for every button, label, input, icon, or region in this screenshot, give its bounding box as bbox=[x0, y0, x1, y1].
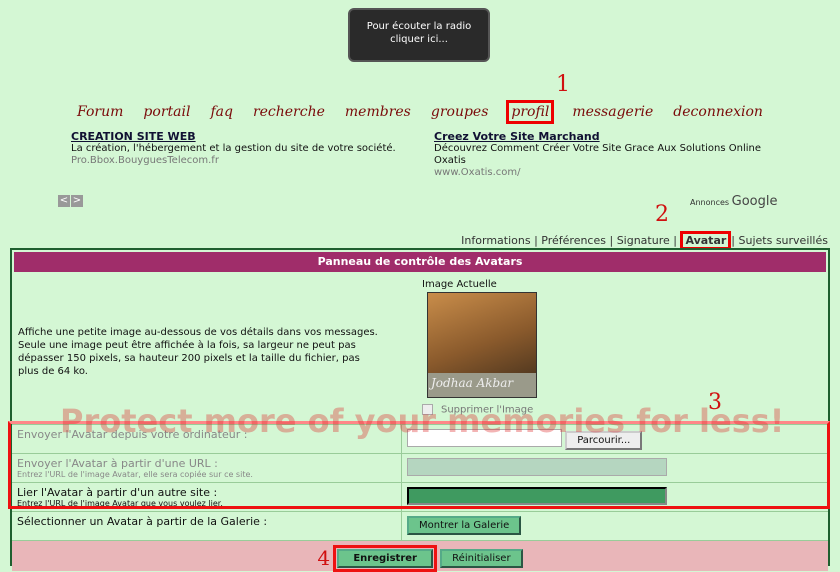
tab-informations[interactable]: Informations bbox=[461, 234, 530, 247]
nav-membres[interactable]: membres bbox=[343, 103, 413, 121]
tab-signature[interactable]: Signature bbox=[617, 234, 670, 247]
google-logo: Google bbox=[731, 194, 778, 209]
profile-tabs: Informations | Préférences | Signature |… bbox=[461, 231, 829, 250]
nav-recherche[interactable]: recherche bbox=[251, 103, 327, 121]
nav-deconnexion[interactable]: deconnexion bbox=[671, 103, 765, 121]
nav-faq[interactable]: faq bbox=[208, 103, 235, 121]
show-gallery-button[interactable]: Montrer la Galerie bbox=[407, 516, 522, 535]
nav-profil[interactable]: profil bbox=[506, 100, 555, 124]
current-image-label: Image Actuelle bbox=[422, 279, 497, 290]
ad-text: La création, l'hébergement et la gestion… bbox=[71, 143, 396, 154]
delete-checkbox[interactable] bbox=[422, 404, 433, 415]
nav-forum[interactable]: Forum bbox=[75, 103, 125, 121]
ad-url[interactable]: Pro.Bbox.BouyguesTelecom.fr bbox=[71, 155, 401, 167]
avatar-panel: Panneau de contrôle des Avatars Affiche … bbox=[10, 248, 830, 572]
avatar-info: Affiche une petite image au-dessous de v… bbox=[12, 274, 828, 424]
prev-arrow-icon[interactable]: < bbox=[58, 195, 70, 207]
google-ads-label[interactable]: Annonces Google bbox=[690, 194, 777, 209]
panel-title: Panneau de contrôle des Avatars bbox=[14, 252, 826, 272]
ad-2[interactable]: Creez Votre Site Marchand Découvrez Comme… bbox=[434, 130, 774, 179]
ad-url[interactable]: www.Oxatis.com/ bbox=[434, 167, 774, 179]
ad-1[interactable]: CREATION SITE WEB La création, l'hébergem… bbox=[71, 130, 401, 167]
ad-text: Découvrez Comment Créer Votre Site Grace… bbox=[434, 143, 762, 166]
radio-button[interactable]: Pour écouter la radio cliquer ici... bbox=[348, 8, 490, 62]
annotation-2: 2 bbox=[655, 202, 669, 227]
annotation-3: 3 bbox=[708, 390, 722, 415]
tab-preferences[interactable]: Préférences bbox=[541, 234, 606, 247]
avatar-caption: Jodhaa Akbar bbox=[428, 373, 536, 397]
save-button[interactable]: Enregistrer bbox=[337, 549, 433, 568]
annonces-label: Annonces bbox=[690, 198, 730, 207]
tab-sujets-surveilles[interactable]: Sujets surveillés bbox=[739, 234, 829, 247]
annotation-4: 4 bbox=[317, 546, 331, 570]
avatar-description: Affiche une petite image au-dessous de v… bbox=[18, 327, 378, 377]
nav-groupes[interactable]: groupes bbox=[429, 103, 491, 121]
highlight-box-3 bbox=[8, 421, 830, 509]
gallery-row: Sélectionner un Avatar à partir de la Ga… bbox=[12, 511, 828, 540]
nav-portail[interactable]: portail bbox=[141, 103, 192, 121]
current-avatar-image: Jodhaa Akbar bbox=[427, 292, 537, 398]
annotation-1: 1 bbox=[556, 72, 570, 97]
form-actions: 4 Enregistrer Réinitialiser bbox=[12, 540, 828, 572]
reset-button[interactable]: Réinitialiser bbox=[440, 549, 523, 568]
nav-messagerie[interactable]: messagerie bbox=[570, 103, 655, 121]
ad-arrows: < > bbox=[58, 195, 84, 207]
next-arrow-icon[interactable]: > bbox=[71, 195, 83, 207]
gallery-label: Sélectionner un Avatar à partir de la Ga… bbox=[12, 512, 402, 540]
delete-label: Supprimer l'Image bbox=[441, 404, 534, 416]
main-nav: Forum portail faq recherche membres groupes pr… bbox=[0, 100, 840, 124]
ad-title[interactable]: Creez Votre Site Marchand bbox=[434, 130, 774, 143]
delete-image-option[interactable]: Supprimer l'Image bbox=[422, 404, 533, 416]
ad-title[interactable]: CREATION SITE WEB bbox=[71, 130, 401, 143]
